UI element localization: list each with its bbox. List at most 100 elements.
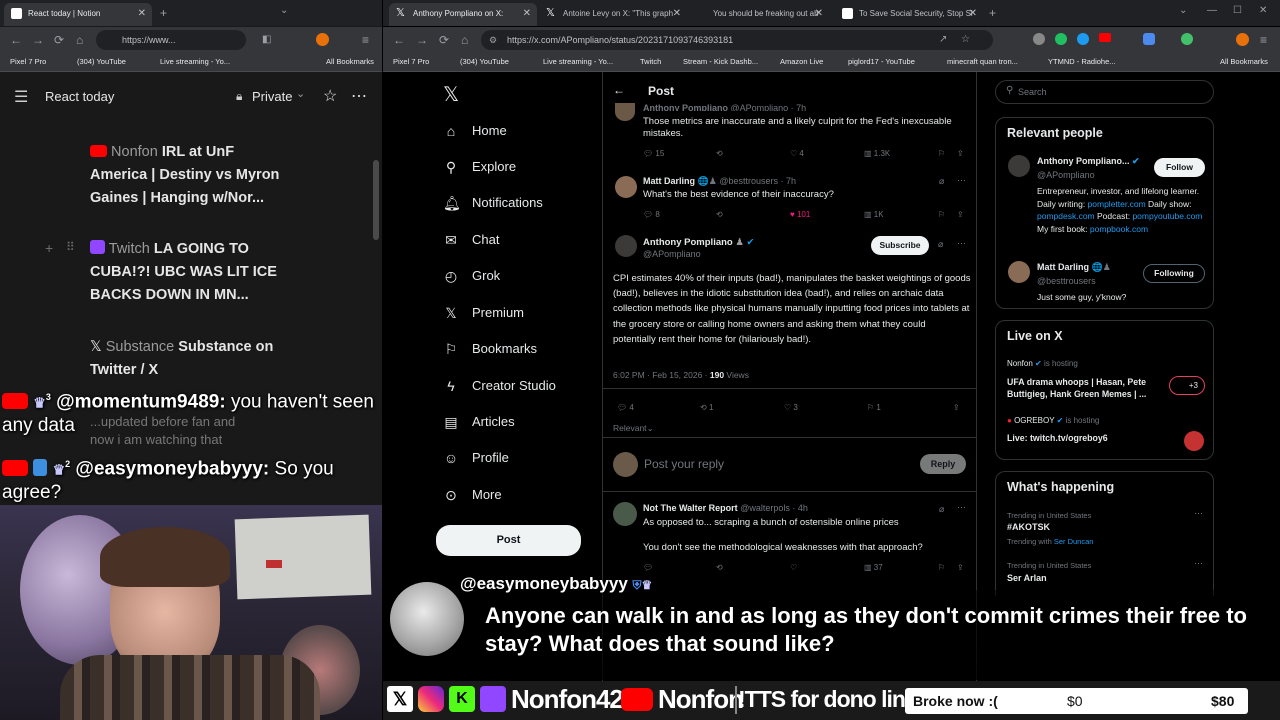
extension-icon[interactable]: [1033, 33, 1045, 45]
views-count[interactable]: ▥ 1.3K: [864, 149, 890, 158]
home-icon[interactable]: ⌂: [461, 33, 468, 47]
new-tab-icon[interactable]: +: [160, 6, 167, 20]
x-logo-icon[interactable]: 𝕏: [443, 82, 459, 107]
live-title[interactable]: UFA drama whoops | Hasan, Pete Buttigieg…: [1007, 376, 1157, 400]
menu-icon[interactable]: ≡: [362, 33, 369, 47]
reload-icon[interactable]: ⟳: [54, 33, 64, 47]
bookmark-item[interactable]: minecraft quan tron...: [947, 57, 1018, 66]
home-icon[interactable]: ⌂: [76, 33, 83, 47]
maximize-icon[interactable]: ☐: [1233, 5, 1242, 16]
tab-search-icon[interactable]: ⌄: [1179, 5, 1187, 16]
repost-icon[interactable]: ⟲: [716, 149, 723, 158]
close-icon[interactable]: ✕: [815, 3, 823, 25]
live-host[interactable]: ● OGREBOY ✔ is hosting: [1007, 416, 1099, 425]
tab-notion[interactable]: React today | Notion ✕: [4, 3, 152, 26]
person-name[interactable]: Matt Darling 🌐♟: [1037, 262, 1111, 273]
repost-icon[interactable]: ⟲: [716, 210, 723, 219]
bookmark-item[interactable]: Stream - Kick Dashb...: [683, 57, 758, 66]
reply-button[interactable]: Reply: [920, 454, 966, 474]
new-tab-icon[interactable]: +: [989, 6, 996, 20]
avatar[interactable]: [1008, 155, 1030, 177]
avatar[interactable]: [615, 103, 635, 121]
sort-dropdown[interactable]: Relevant⌄: [613, 423, 654, 434]
like-count[interactable]: ♥ 101: [790, 210, 810, 219]
views-count[interactable]: ▥ 37: [864, 563, 883, 572]
close-icon[interactable]: ✕: [673, 3, 681, 25]
minimize-icon[interactable]: —: [1207, 5, 1217, 16]
bookmark-item[interactable]: Pixel 7 Pro: [393, 57, 429, 66]
bookmark-item[interactable]: Twitch: [640, 57, 661, 66]
list-item[interactable]: Nonfon IRL at UnF America | Destiny vs M…: [90, 141, 290, 210]
bookmark-count[interactable]: ⚐ 1: [867, 403, 881, 412]
more-icon[interactable]: ⋯: [1194, 508, 1203, 519]
extension-icon[interactable]: [1143, 33, 1155, 45]
extensions-icon[interactable]: ◧: [262, 33, 271, 47]
share-icon[interactable]: ⇪: [957, 563, 964, 572]
sidebar-menu-icon[interactable]: ☰: [14, 87, 28, 107]
trend-topic[interactable]: #AKOTSK: [1007, 522, 1050, 532]
follow-button[interactable]: Follow: [1154, 158, 1205, 177]
bookmark-item[interactable]: (304) YouTube: [77, 57, 126, 66]
avatar[interactable]: [1236, 33, 1249, 46]
more-icon[interactable]: ⋯: [957, 175, 966, 186]
search-input[interactable]: ⚲ Search: [995, 80, 1214, 104]
live-host[interactable]: Nonfon ✔ is hosting: [1007, 359, 1078, 368]
tab-search-icon[interactable]: ⌄: [280, 5, 288, 16]
close-icon[interactable]: ✕: [138, 3, 146, 25]
live-participants[interactable]: +3: [1169, 376, 1205, 395]
live-title[interactable]: Live: twitch.tv/ogreboy6: [1007, 433, 1108, 443]
scrollbar[interactable]: [373, 160, 379, 240]
more-icon[interactable]: ⋯: [351, 86, 367, 106]
grok-icon[interactable]: ⌀: [939, 504, 944, 515]
share-icon[interactable]: ⇪: [957, 149, 964, 158]
site-info-icon[interactable]: ⚙: [489, 30, 497, 50]
more-icon[interactable]: ⋯: [1194, 558, 1203, 569]
bookmark-item[interactable]: All Bookmarks: [326, 57, 374, 66]
bookmark-item[interactable]: All Bookmarks: [1220, 57, 1268, 66]
menu-icon[interactable]: ≡: [1260, 33, 1267, 47]
forward-icon[interactable]: →: [32, 33, 44, 47]
avatar[interactable]: [1184, 431, 1204, 451]
extension-icon[interactable]: [1077, 33, 1089, 45]
close-icon[interactable]: ✕: [523, 3, 531, 25]
tab-x-antoine[interactable]: 𝕏 Antoine Levy on X: "This graph ✕: [539, 3, 687, 26]
like-count[interactable]: ♡ 3: [784, 403, 798, 412]
following-button[interactable]: Following: [1143, 264, 1205, 283]
avatar[interactable]: [1008, 261, 1030, 283]
bookmark-icon[interactable]: ⚐: [938, 149, 945, 158]
close-window-icon[interactable]: ✕: [1259, 5, 1267, 16]
subscribe-button[interactable]: Subscribe: [871, 236, 929, 255]
avatar[interactable]: [613, 502, 637, 526]
bookmark-item[interactable]: Pixel 7 Pro: [10, 57, 46, 66]
reply-count[interactable]: 💬︎ 8: [643, 210, 660, 219]
list-item[interactable]: Twitch LA GOING TO CUBA!?! UBC WAS LIT I…: [90, 238, 290, 307]
extension-icon[interactable]: [1181, 33, 1193, 45]
close-icon[interactable]: ✕: [969, 3, 977, 25]
grok-icon[interactable]: ⌀: [938, 239, 943, 250]
back-icon[interactable]: ←: [10, 33, 22, 47]
list-item[interactable]: 𝕏 Substance Substance on Twitter / X: [90, 336, 290, 382]
bookmark-item[interactable]: Live streaming - Yo...: [543, 57, 613, 66]
more-icon[interactable]: ⋯: [957, 502, 966, 513]
privacy-label[interactable]: Private: [252, 89, 292, 104]
extension-icon[interactable]: [1055, 33, 1067, 45]
back-icon[interactable]: ←: [393, 33, 405, 47]
person-name[interactable]: Anthony Pompliano... ✔: [1037, 156, 1140, 167]
bookmark-item[interactable]: Amazon Live: [780, 57, 823, 66]
like-count[interactable]: ♡ 4: [790, 149, 804, 158]
tab-freaking-out[interactable]: You should be freaking out ab ✕: [689, 3, 829, 26]
bookmark-item[interactable]: (304) YouTube: [460, 57, 509, 66]
share-icon[interactable]: ⇪: [957, 210, 964, 219]
tab-social-security[interactable]: To Save Social Security, Stop Si ✕: [835, 3, 983, 26]
forward-icon[interactable]: →: [416, 33, 428, 47]
grok-icon[interactable]: ⌀: [939, 176, 944, 187]
views-count[interactable]: ▥ 1K: [864, 210, 884, 219]
avatar[interactable]: [615, 235, 637, 257]
drag-handle-icon[interactable]: ⠿: [66, 240, 75, 254]
back-arrow-icon[interactable]: ←: [613, 83, 625, 97]
post-button[interactable]: Post: [436, 525, 581, 556]
address-bar[interactable]: ⚙ https://x.com/APompliano/status/202317…: [481, 30, 993, 50]
reply-input[interactable]: Post your reply: [644, 457, 724, 471]
bookmark-icon[interactable]: ⚐: [938, 563, 945, 572]
avatar[interactable]: [316, 33, 329, 46]
